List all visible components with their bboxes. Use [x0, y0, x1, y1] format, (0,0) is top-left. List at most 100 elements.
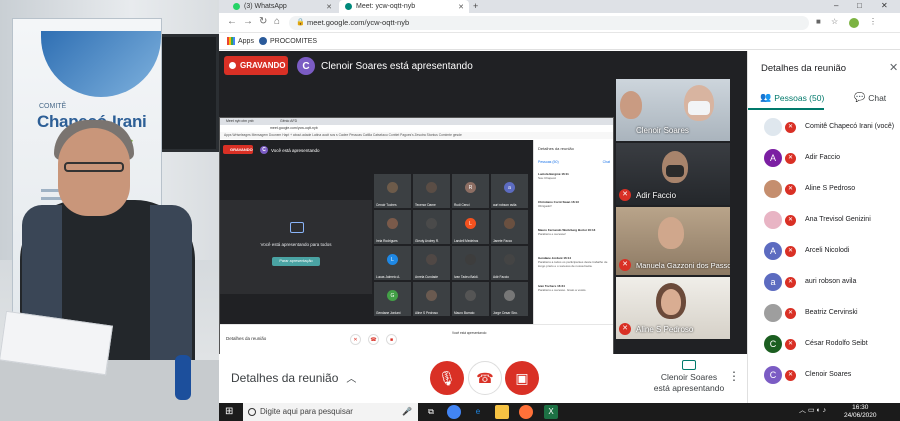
shared-meet-stage: GRAVANDO C Você está apresentando Você e…	[220, 140, 533, 324]
face-mask	[688, 101, 710, 115]
participant-row[interactable]: a ✕ auri robson avila	[748, 269, 900, 300]
participant-row[interactable]: C ✕ Clenoir Soares	[748, 362, 900, 393]
participant-row[interactable]: ✕ Ana Trevisol Genizini	[748, 207, 900, 238]
task-view-icon[interactable]: ⧉	[424, 405, 438, 419]
more-options-icon[interactable]: ⋮	[728, 369, 740, 383]
windows-start-icon[interactable]: ⊞	[225, 407, 233, 417]
shared-participant-name: Rudi Cenci	[454, 203, 470, 207]
close-window-button[interactable]: ✕	[881, 0, 888, 12]
mic-off-icon: ✕	[785, 277, 796, 288]
reload-icon[interactable]: ↻	[259, 16, 267, 28]
presenter-name: Clenoir Soares	[660, 372, 718, 382]
shared-participant-avatar	[504, 290, 515, 301]
tab-label: (3) WhatsApp	[244, 3, 287, 10]
back-icon[interactable]: ←	[227, 16, 237, 28]
active-tab-indicator	[748, 108, 824, 110]
mic-off-icon: ✕	[785, 370, 796, 381]
shared-bookmarks: Apps Wrtseleages Mensagem Dounem Hapt + …	[220, 132, 613, 139]
close-panel-icon[interactable]: ✕	[889, 61, 898, 74]
participant-row[interactable]: A ✕ Adir Faccio	[748, 145, 900, 176]
shared-participant-tile: Ivan Tadeu Baldi.	[452, 246, 489, 280]
shared-participant-grid: Cenoir Tuches Tecenor Dame R Rudi Cenci a aur…	[374, 174, 532, 320]
shared-participant-avatar	[504, 254, 515, 265]
presenter-status-button[interactable]: Clenoir Soares está apresentando	[644, 360, 734, 394]
participant-avatar	[764, 211, 782, 229]
system-tray[interactable]: ︿ ▭ ◐ ♪	[799, 405, 826, 415]
forward-icon[interactable]: →	[243, 16, 253, 28]
mic-off-icon: ✕	[785, 153, 796, 164]
meeting-details-button[interactable]: Detalhes da reunião ︿	[231, 370, 356, 386]
participant-avatar: A	[764, 149, 782, 167]
person-face	[620, 91, 642, 119]
taskbar-search-input[interactable]: Digite aqui para pesquisar 🎤	[243, 403, 418, 421]
new-tab-button[interactable]: +	[473, 0, 478, 12]
url-text: meet.google.com/ycw-oqtt-nyb	[307, 18, 410, 27]
url-input[interactable]: 🔒 meet.google.com/ycw-oqtt-nyb	[289, 16, 809, 30]
mic-off-button[interactable]: 🎙	[430, 361, 464, 395]
shared-participant-tile: Ireia Rodrigues	[374, 210, 411, 244]
clock[interactable]: 16:30 24/06/2020	[844, 404, 877, 420]
participant-row[interactable]: C ✕ César Rodolfo Seibt	[748, 331, 900, 362]
person-face	[658, 217, 684, 249]
participant-name: Arceli Nicolodi	[805, 247, 850, 254]
edge-app-icon[interactable]: e	[471, 405, 485, 419]
close-tab-icon[interactable]: ✕	[326, 3, 332, 11]
presenter-avatar: C	[297, 57, 315, 75]
participant-name: Clenoir Soares	[636, 126, 689, 135]
presenting-chip: C Clenoir Soares está apresentando	[297, 57, 473, 75]
meet-control-bar: Detalhes da reunião ︿ 🎙 ☎ ▣ Clenoir Soar…	[219, 354, 747, 402]
shared-participant-avatar	[426, 290, 437, 301]
shared-chat-text: Obrigado!!	[538, 204, 553, 208]
present-screen-icon	[290, 222, 304, 233]
participant-name: Adir Faccio	[636, 191, 677, 200]
shared-chat-message: Ivan Tochers 16:24 Parabéns e sucesso. Gr…	[538, 284, 610, 292]
participant-row[interactable]: ✕ Beatriz Cervinski	[748, 300, 900, 331]
shared-recording-badge: GRAVANDO	[223, 145, 253, 154]
maximize-button[interactable]: □	[857, 0, 862, 12]
close-tab-icon[interactable]: ✕	[458, 3, 464, 11]
profile-avatar[interactable]	[849, 18, 859, 28]
shared-screen: Meet nyb ctm ynb Gênio AFD meet.google.c…	[219, 117, 614, 354]
mic-off-icon: ✕	[619, 323, 631, 335]
tab-people[interactable]: 👥 Pessoas (50)	[760, 92, 824, 103]
apps-grid-icon	[227, 37, 235, 45]
bookmark-procomites[interactable]: PROCOMITES	[259, 37, 317, 45]
video-tile-manuela[interactable]: ✕ Manuela Gazzoni dos Passos	[616, 207, 730, 275]
tab-whatsapp[interactable]: (3) WhatsApp ✕	[227, 0, 337, 13]
home-icon[interactable]: ⌂	[274, 16, 280, 28]
file-explorer-icon[interactable]	[495, 405, 509, 419]
shared-mic-icon: ✕	[350, 334, 361, 345]
participant-name: Beatriz Cervinski	[805, 309, 858, 316]
bookmark-label: Apps	[238, 37, 254, 45]
video-tile-aline[interactable]: ✕ Aline S Pedroso	[616, 277, 730, 339]
tab-chat-label: Chat	[868, 92, 887, 103]
tab-meet[interactable]: Meet: ycw-oqtt-nyb ✕	[339, 0, 469, 13]
bookmark-apps[interactable]: Apps	[227, 37, 254, 45]
presenting-text: Clenoir Soares está apresentando	[321, 60, 473, 72]
camera-icon[interactable]: ■	[816, 17, 821, 26]
minimize-button[interactable]: –	[834, 0, 838, 12]
tab-people-label: Pessoas (50)	[774, 92, 825, 103]
video-tile-adir[interactable]: ✕ Adir Faccio	[616, 143, 730, 205]
meeting-details-label: Detalhes da reunião	[231, 370, 339, 385]
participant-row[interactable]: ✕ Aline S Pedroso	[748, 176, 900, 207]
shared-chat-message: Luciola Bergmé 16:11 Sou Chapecó	[538, 172, 610, 180]
shared-participant-tile: Cenoir Tuches	[374, 174, 411, 208]
firefox-app-icon[interactable]	[519, 405, 533, 419]
camera-off-button[interactable]: ▣	[505, 361, 539, 395]
shared-participant-tile: Aline S Pedroso	[413, 282, 450, 316]
video-tile-clenoir[interactable]: Clenoir Soares	[616, 79, 730, 141]
panel-title: Detalhes da reunião	[761, 63, 847, 74]
hang-up-button[interactable]: ☎	[468, 361, 502, 395]
shared-tab: Meet nyb ctm ynb	[226, 119, 254, 123]
participant-row[interactable]: ✕ Comitê Chapecó Irani (você)	[748, 114, 900, 145]
chrome-app-icon[interactable]	[447, 405, 461, 419]
excel-app-icon[interactable]: X	[544, 405, 558, 419]
tab-chat[interactable]: 💬 Chat	[854, 92, 886, 103]
shared-participant-tile: Tecenor Dame	[413, 174, 450, 208]
participant-name: César Rodolfo Seibt	[805, 340, 868, 347]
participant-row[interactable]: A ✕ Arceli Nicolodi	[748, 238, 900, 269]
star-icon[interactable]: ☆	[831, 17, 838, 26]
shared-participant-name: Janete Facco	[493, 239, 513, 243]
menu-icon[interactable]: ⋮	[869, 17, 877, 26]
